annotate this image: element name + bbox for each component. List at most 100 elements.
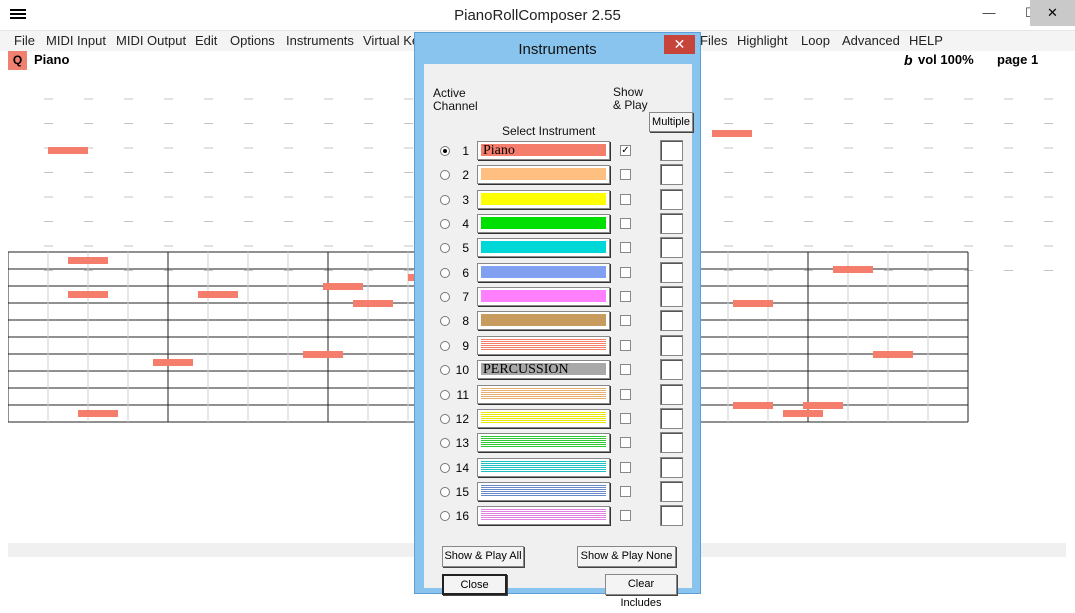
instruments-dialog: Instruments ✕ Active Channel Select Inst… [414, 32, 701, 609]
flat-key-indicator[interactable]: b [904, 52, 913, 68]
menu-highlight[interactable]: Highlight [737, 33, 788, 48]
instrument-select-button-10[interactable]: PERCUSSION [477, 360, 610, 379]
instrument-color-swatch [481, 241, 606, 253]
menu-files[interactable]: Files [700, 33, 727, 48]
instrument-select-button-13[interactable] [477, 433, 610, 452]
menu-edit[interactable]: Edit [195, 33, 217, 48]
include-box-15[interactable] [660, 481, 683, 502]
piano-roll-note [833, 266, 873, 273]
show-play-checkbox-12[interactable] [620, 413, 631, 424]
instrument-select-button-5[interactable] [477, 238, 610, 257]
include-box-3[interactable] [660, 189, 683, 210]
menu-virtual-keyboard[interactable]: Virtual Ke [363, 33, 419, 48]
show-play-checkbox-5[interactable] [620, 242, 631, 253]
dialog-close-icon[interactable]: ✕ [664, 35, 695, 54]
show-play-checkbox-9[interactable] [620, 340, 631, 351]
clear-includes-button[interactable]: Clear Includes [605, 574, 677, 609]
instrument-select-button-11[interactable] [477, 385, 610, 404]
instrument-select-button-16[interactable] [477, 506, 610, 525]
piano-roll-note [153, 359, 193, 366]
show-play-checkbox-1[interactable]: ✓ [620, 145, 631, 156]
menu-loop[interactable]: Loop [801, 33, 830, 48]
menu-midi-output[interactable]: MIDI Output [116, 33, 186, 48]
include-box-11[interactable] [660, 384, 683, 405]
include-box-14[interactable] [660, 457, 683, 478]
instrument-select-button-6[interactable] [477, 263, 610, 282]
piano-roll-note [48, 147, 88, 154]
instrument-select-button-3[interactable] [477, 190, 610, 209]
include-box-2[interactable] [660, 164, 683, 185]
show-play-none-button[interactable]: Show & Play None [577, 546, 676, 567]
include-box-12[interactable] [660, 408, 683, 429]
channel-number-8: 8 [462, 314, 469, 328]
instrument-label: PERCUSSION [483, 362, 569, 377]
include-box-8[interactable] [660, 310, 683, 331]
show-play-checkbox-6[interactable] [620, 267, 631, 278]
piano-roll-note [353, 300, 393, 307]
menu-advanced[interactable]: Advanced [842, 33, 900, 48]
instrument-color-swatch [481, 168, 606, 180]
instrument-select-button-1[interactable]: Piano [477, 141, 610, 160]
include-box-10[interactable] [660, 359, 683, 380]
show-play-checkbox-4[interactable] [620, 218, 631, 229]
page-indicator[interactable]: page 1 [997, 52, 1038, 67]
piano-roll-note [303, 351, 343, 358]
menu-options[interactable]: Options [230, 33, 275, 48]
instrument-color-swatch [481, 388, 606, 400]
show-play-checkbox-2[interactable] [620, 169, 631, 180]
include-box-5[interactable] [660, 237, 683, 258]
close-window-button[interactable]: ✕ [1030, 0, 1075, 26]
quantize-badge[interactable]: Q [8, 51, 27, 70]
show-play-header-line2: & Play [613, 98, 648, 112]
show-play-all-button[interactable]: Show & Play All [442, 546, 524, 567]
show-play-checkbox-15[interactable] [620, 486, 631, 497]
show-play-checkbox-3[interactable] [620, 194, 631, 205]
show-play-checkbox-16[interactable] [620, 510, 631, 521]
instrument-color-swatch [481, 509, 606, 521]
instrument-color-swatch [481, 314, 606, 326]
menu-instruments[interactable]: Instruments [286, 33, 354, 48]
current-instrument-name: Piano [34, 52, 70, 67]
instrument-select-button-9[interactable] [477, 336, 610, 355]
show-play-checkbox-7[interactable] [620, 291, 631, 302]
instrument-color-swatch [481, 412, 606, 424]
show-play-checkbox-14[interactable] [620, 462, 631, 473]
piano-roll-note [712, 130, 752, 137]
instrument-select-button-14[interactable] [477, 458, 610, 477]
show-play-checkbox-11[interactable] [620, 389, 631, 400]
piano-roll-note [783, 410, 823, 417]
instrument-select-button-8[interactable] [477, 311, 610, 330]
instrument-select-button-4[interactable] [477, 214, 610, 233]
minimize-button[interactable]: — [966, 0, 1012, 26]
instrument-color-swatch [481, 290, 606, 302]
include-box-4[interactable] [660, 213, 683, 234]
include-box-6[interactable] [660, 262, 683, 283]
channel-number-16: 16 [455, 509, 469, 523]
piano-roll-note [68, 257, 108, 264]
include-box-16[interactable] [660, 505, 683, 526]
include-box-13[interactable] [660, 432, 683, 453]
channel-number-12: 12 [455, 412, 469, 426]
include-box-7[interactable] [660, 286, 683, 307]
instrument-select-button-12[interactable] [477, 409, 610, 428]
instrument-select-button-7[interactable] [477, 287, 610, 306]
instrument-select-button-15[interactable] [477, 482, 610, 501]
include-box-9[interactable] [660, 335, 683, 356]
menu-file[interactable]: File [14, 33, 35, 48]
close-button[interactable]: Close [442, 574, 507, 595]
multiple-button[interactable]: Multiple [649, 112, 693, 132]
piano-roll-note [873, 351, 913, 358]
volume-readout[interactable]: vol 100% [918, 52, 974, 67]
title-bar: PianoRollComposer 2.55 — ☐ ✕ [0, 0, 1075, 31]
show-play-checkbox-10[interactable] [620, 364, 631, 375]
include-box-1[interactable] [660, 140, 683, 161]
show-play-checkbox-13[interactable] [620, 437, 631, 448]
menu-help[interactable]: HELP [909, 33, 943, 48]
menu-midi-input[interactable]: MIDI Input [46, 33, 106, 48]
show-play-checkbox-8[interactable] [620, 315, 631, 326]
instrument-color-swatch [481, 217, 606, 229]
show-play-header: Show & Play [613, 86, 648, 112]
instrument-select-button-2[interactable] [477, 165, 610, 184]
channel-number-10: 10 [455, 363, 469, 377]
instrument-color-swatch [481, 193, 606, 205]
